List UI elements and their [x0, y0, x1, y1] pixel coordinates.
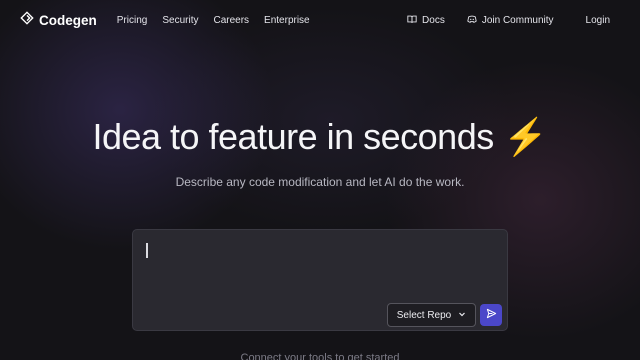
- codegen-logo-icon: [20, 10, 34, 30]
- top-navigation: Codegen Pricing Security Careers Enterpr…: [0, 0, 640, 40]
- prompt-box: Select Repo: [132, 229, 508, 331]
- nav-login-link[interactable]: Login: [586, 15, 610, 26]
- connect-tools-text: Connect your tools to get started: [240, 352, 400, 360]
- text-caret: [146, 243, 148, 258]
- discord-icon: [467, 14, 477, 27]
- hero-title: Idea to feature in seconds ⚡: [0, 116, 640, 158]
- prompt-input[interactable]: [143, 238, 483, 298]
- nav-docs-link[interactable]: Docs: [407, 14, 445, 27]
- nav-right-group: Docs Join Community Login: [407, 14, 620, 27]
- brand-logo-link[interactable]: Codegen: [20, 10, 97, 30]
- nav-careers-link[interactable]: Careers: [213, 15, 249, 26]
- nav-enterprise-link[interactable]: Enterprise: [264, 15, 310, 26]
- brand-name: Codegen: [39, 12, 97, 28]
- hero-subtitle: Describe any code modification and let A…: [175, 175, 465, 189]
- nav-security-link[interactable]: Security: [162, 15, 198, 26]
- select-repo-label: Select Repo: [396, 309, 452, 321]
- nav-docs-label: Docs: [422, 14, 445, 26]
- primary-nav-links: Pricing Security Careers Enterprise: [117, 15, 310, 26]
- chevron-down-icon: [458, 310, 466, 321]
- hero-title-text: Idea to feature in seconds: [92, 116, 494, 157]
- book-icon: [407, 14, 417, 27]
- send-button[interactable]: [480, 304, 502, 326]
- nav-join-community-link[interactable]: Join Community: [467, 14, 554, 27]
- nav-community-label: Join Community: [481, 14, 554, 26]
- lightning-bolt-icon: ⚡: [503, 116, 548, 157]
- send-icon: [486, 306, 497, 324]
- select-repo-dropdown[interactable]: Select Repo: [387, 303, 476, 327]
- nav-pricing-link[interactable]: Pricing: [117, 15, 148, 26]
